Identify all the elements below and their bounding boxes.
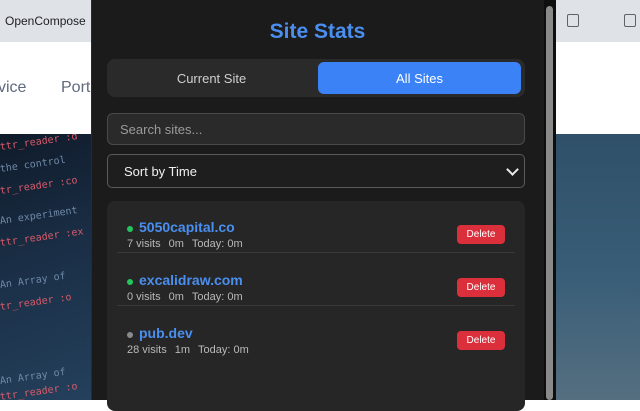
delete-button[interactable]: Delete — [457, 278, 505, 297]
visit-count: 7 visits — [127, 238, 161, 250]
folder-icon[interactable] — [567, 14, 579, 27]
browser-tab-title[interactable]: OpenCompose — [5, 14, 86, 28]
delete-button[interactable]: Delete — [457, 331, 505, 350]
visit-count: 28 visits — [127, 344, 167, 356]
code-line: An Array of — [0, 270, 67, 291]
site-meta: 7 visits 0m Today: 0m — [127, 238, 251, 250]
page-icon[interactable] — [624, 14, 636, 27]
time-spent: 0m — [168, 238, 184, 250]
site-meta: 0 visits 0m Today: 0m — [127, 291, 251, 303]
chevron-down-icon — [506, 163, 519, 176]
site-meta: 28 visits 1m Today: 0m — [127, 344, 257, 356]
time-spent: 1m — [174, 344, 191, 356]
code-line: tr_reader :co — [0, 175, 79, 197]
hero-image-right — [555, 134, 640, 400]
time-spent: 0m — [168, 291, 184, 303]
delete-button[interactable]: Delete — [457, 225, 505, 244]
divider — [117, 305, 515, 306]
site-domain-link[interactable]: 5050capital.co — [139, 219, 235, 235]
popup-scrollbar-thumb[interactable] — [546, 6, 553, 400]
site-domain-link[interactable]: pub.dev — [139, 325, 193, 341]
view-toggle: Current Site All Sites — [107, 59, 525, 97]
divider — [117, 252, 515, 253]
today-time: Today: 0m — [191, 291, 243, 303]
today-time: Today: 0m — [198, 344, 249, 356]
list-item: excalidraw.com 0 visits 0m Today: 0m Delet… — [117, 254, 515, 306]
nav-item-service[interactable]: vice — [0, 79, 26, 97]
code-line: An experiment — [0, 205, 79, 227]
site-domain-link[interactable]: excalidraw.com — [139, 272, 243, 288]
list-item: 5050capital.co 7 visits 0m Today: 0m Delet… — [117, 201, 515, 253]
sort-select[interactable]: Sort by Time — [107, 154, 525, 188]
sort-select-value: Sort by Time — [124, 163, 197, 179]
site-list: 5050capital.co 7 visits 0m Today: 0m Delet… — [107, 201, 525, 411]
popup-title: Site Stats — [269, 20, 366, 43]
code-line: tr_reader :o — [0, 291, 73, 313]
status-dot-icon — [127, 226, 133, 232]
code-line: ttr_reader :d — [0, 134, 79, 153]
nav-item-portfolio[interactable]: Port — [61, 79, 90, 97]
list-item: pub.dev 28 visits 1m Today: 0m Delete — [117, 307, 515, 359]
status-dot-icon — [127, 332, 133, 338]
tab-current-site[interactable]: Current Site — [110, 62, 313, 94]
visit-count: 0 visits — [127, 291, 161, 303]
today-time: Today: 0m — [191, 238, 243, 250]
tab-all-sites[interactable]: All Sites — [318, 62, 521, 94]
code-line: ttr_reader :ex — [0, 226, 85, 249]
search-input[interactable] — [107, 113, 525, 145]
code-line: the control — [0, 154, 67, 175]
status-dot-icon — [127, 279, 133, 285]
